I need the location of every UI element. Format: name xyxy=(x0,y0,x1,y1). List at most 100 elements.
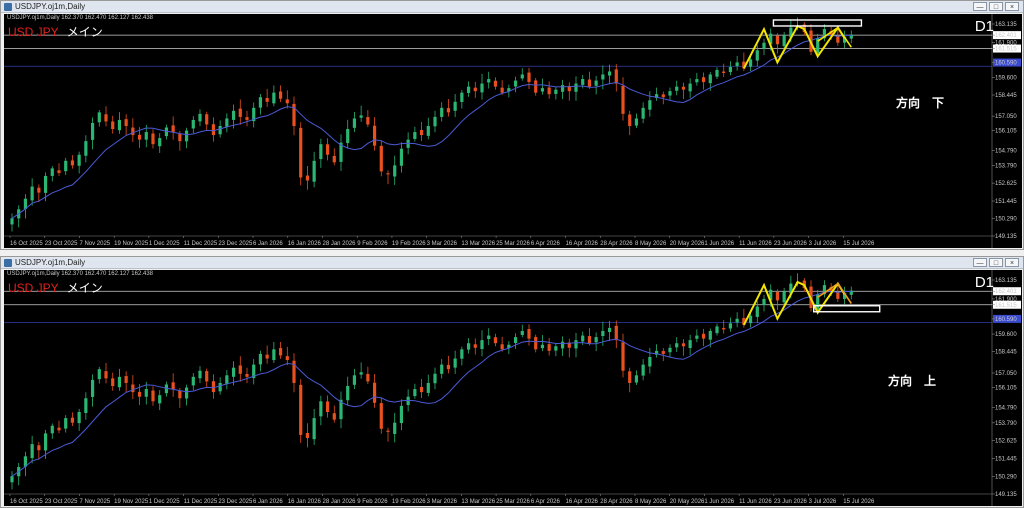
candle-body xyxy=(43,175,48,193)
candle-body xyxy=(359,115,363,118)
candle-body xyxy=(137,391,142,397)
candle-body xyxy=(440,364,444,374)
candle-body xyxy=(131,127,135,136)
candle-body xyxy=(681,343,686,347)
chart-main-label: USD JPY メイン xyxy=(8,23,103,40)
x-tick-label: 13 Mar 2026 xyxy=(461,499,495,505)
candle-body xyxy=(722,327,726,330)
chart-window-top[interactable]: USDJPY.oj1m,Daily — □ × 163.135 162.401 16… xyxy=(0,0,1024,250)
candle-body xyxy=(312,160,316,182)
candle-body xyxy=(352,118,357,128)
candle-body xyxy=(278,348,283,356)
x-tick-label: 23 Jun 2026 xyxy=(774,499,808,505)
candle-body xyxy=(460,349,464,359)
restore-button[interactable]: □ xyxy=(989,258,1003,267)
candle-body xyxy=(466,343,471,350)
candle-body xyxy=(433,116,437,127)
y-tick-label: 149.135 xyxy=(995,234,1017,240)
candle-body xyxy=(708,74,712,84)
y-tick-label: 163.135 xyxy=(995,22,1017,28)
minimize-button[interactable]: — xyxy=(973,2,987,11)
candle-body xyxy=(728,66,733,73)
candle-body xyxy=(775,291,780,301)
candle-body xyxy=(285,99,289,104)
candle-body xyxy=(231,110,236,120)
symbol-info: USDJPY.oj1m,Daily 162.370 162.470 162.12… xyxy=(7,271,153,277)
price-chart[interactable]: 163.135 162.401 161.900 161.515 160.590 159.6… xyxy=(4,270,1022,506)
candle-body xyxy=(601,74,605,80)
x-tick-label: 16 Apr 2026 xyxy=(566,241,599,247)
close-button[interactable]: × xyxy=(1005,2,1019,11)
candle-body xyxy=(460,92,464,102)
candle-body xyxy=(299,127,303,178)
x-tick-label: 19 Nov 2025 xyxy=(114,241,149,247)
y-tick-label: 150.290 xyxy=(995,474,1017,480)
price-chart[interactable]: 163.135 162.401 161.900 161.515 160.590 159.6… xyxy=(4,14,1022,248)
y-tick-label: 160.590 xyxy=(995,61,1017,67)
window-titlebar[interactable]: USDJPY.oj1m,Daily — □ × xyxy=(1,257,1023,269)
candle-body xyxy=(332,155,336,163)
candle-body xyxy=(359,372,363,375)
x-tick-label: 7 Nov 2025 xyxy=(79,241,110,247)
candle-body xyxy=(560,341,565,349)
y-tick-label: 151.445 xyxy=(995,199,1017,205)
candle-body xyxy=(554,89,558,94)
candle-body xyxy=(151,390,155,402)
candle-body xyxy=(178,390,182,399)
candle-body xyxy=(312,418,316,440)
candle-body xyxy=(695,335,699,339)
y-tick-label: 150.290 xyxy=(995,217,1017,223)
candle-body xyxy=(560,85,565,92)
zigzag-annotation-end xyxy=(817,26,852,48)
x-tick-label: 23 Oct 2025 xyxy=(45,499,78,505)
candle-body xyxy=(346,386,350,401)
candle-body xyxy=(319,144,323,160)
y-tick-label: 149.135 xyxy=(995,492,1017,498)
candle-body xyxy=(735,318,739,323)
candle-body xyxy=(225,375,229,384)
y-tick-label: 160.590 xyxy=(995,317,1017,323)
candle-body xyxy=(77,411,81,424)
candle-body xyxy=(668,347,672,353)
candle-body xyxy=(607,327,612,333)
x-tick-label: 23 Dec 2025 xyxy=(218,241,253,247)
candle-body xyxy=(258,97,263,108)
x-tick-label: 23 Jun 2026 xyxy=(774,241,808,247)
candle-body xyxy=(648,100,652,110)
candle-body xyxy=(191,119,195,129)
candle-body xyxy=(547,344,551,351)
candle-body xyxy=(473,87,477,92)
candle-body xyxy=(50,425,54,434)
restore-button[interactable]: □ xyxy=(989,2,1003,11)
candle-body xyxy=(151,133,155,145)
x-tick-label: 3 Mar 2026 xyxy=(427,241,458,247)
candle-body xyxy=(419,129,424,136)
candle-body xyxy=(782,291,786,303)
minimize-button[interactable]: — xyxy=(973,258,987,267)
candle-body xyxy=(574,340,578,349)
candle-body xyxy=(111,121,115,130)
candle-body xyxy=(325,144,330,155)
moving-average-line xyxy=(11,290,852,477)
candle-body xyxy=(379,403,383,429)
x-tick-label: 25 Mar 2026 xyxy=(496,499,530,505)
candle-body xyxy=(614,69,618,84)
close-button[interactable]: × xyxy=(1005,258,1019,267)
candle-body xyxy=(346,129,350,144)
x-tick-label: 11 Jun 2026 xyxy=(739,499,772,505)
y-tick-label: 156.105 xyxy=(995,128,1017,134)
candle-body xyxy=(668,91,672,96)
candle-body xyxy=(695,79,699,83)
candle-body xyxy=(748,315,753,324)
x-tick-label: 19 Nov 2025 xyxy=(114,499,149,505)
candle-body xyxy=(621,342,625,371)
x-tick-label: 6 Jan 2026 xyxy=(253,499,283,505)
candle-body xyxy=(688,340,692,348)
x-tick-label: 20 May 2026 xyxy=(670,499,705,505)
candle-body xyxy=(64,418,68,429)
y-tick-label: 159.600 xyxy=(995,76,1017,82)
candle-body xyxy=(675,86,679,91)
candle-body xyxy=(50,168,54,176)
window-titlebar[interactable]: USDJPY.oj1m,Daily — □ × xyxy=(1,1,1023,13)
chart-window-bottom[interactable]: USDJPY.oj1m,Daily — □ × 163.135 162.401 16… xyxy=(0,256,1024,508)
